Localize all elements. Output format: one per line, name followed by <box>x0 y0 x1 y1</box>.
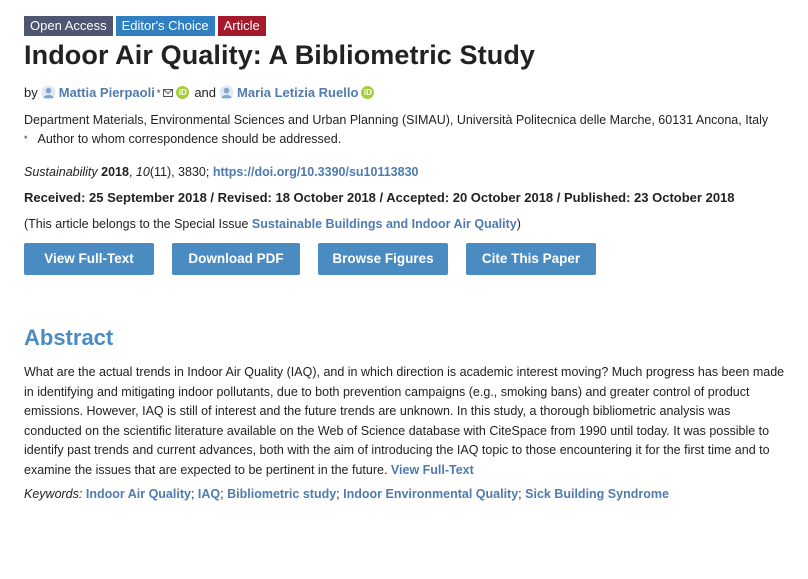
mail-icon[interactable] <box>163 88 174 97</box>
person-icon <box>41 85 56 100</box>
special-issue-note: (This article belongs to the Special Iss… <box>24 217 784 231</box>
keyword-separator: ; <box>336 486 340 501</box>
keyword-link[interactable]: Sick Building Syndrome <box>525 487 669 501</box>
article-header: Open Access Editor's Choice Article Indo… <box>24 16 784 501</box>
affiliation: Department Materials, Environmental Scie… <box>24 113 769 127</box>
keywords-line: Keywords: Indoor Air Quality; IAQ; Bibli… <box>24 487 784 501</box>
article-title: Indoor Air Quality: A Bibliometric Study <box>24 40 536 70</box>
action-buttons: View Full-Text Download PDF Browse Figur… <box>24 243 784 275</box>
browse-figures-button[interactable]: Browse Figures <box>318 243 448 275</box>
journal-name: Sustainability <box>24 165 98 179</box>
correspondence-mark: * <box>24 134 28 144</box>
citation-line: Sustainability 2018, 10(11), 3830; https… <box>24 165 419 179</box>
abstract-view-full-text-link[interactable]: View Full-Text <box>391 463 474 477</box>
special-issue-prefix: (This article belongs to the Special Iss… <box>24 217 252 231</box>
citation-issue-pages: (11), 3830; <box>149 165 210 179</box>
special-issue-suffix: ) <box>516 217 521 231</box>
view-full-text-button[interactable]: View Full-Text <box>24 243 154 275</box>
special-issue-link[interactable]: Sustainable Buildings and Indoor Air Qua… <box>252 217 517 231</box>
orcid-icon[interactable]: iD <box>176 86 190 99</box>
keyword-link[interactable]: Indoor Air Quality <box>86 487 191 501</box>
doi-link[interactable]: https://doi.org/10.3390/su10113830 <box>213 165 419 179</box>
abstract-body: What are the actual trends in Indoor Air… <box>24 365 785 477</box>
abstract-text: What are the actual trends in Indoor Air… <box>24 363 786 481</box>
correspondence-text: Author to whom correspondence should be … <box>37 132 342 146</box>
corresponding-mark: * <box>156 87 161 98</box>
article-type-badge: Article <box>217 16 266 36</box>
orcid-icon[interactable]: iD <box>361 86 375 99</box>
author-link-ruello[interactable]: Maria Letizia Ruello <box>237 85 358 100</box>
keyword-link[interactable]: IAQ <box>198 487 220 501</box>
publication-dates: Received: 25 September 2018 / Revised: 1… <box>24 190 735 205</box>
author-line: by Mattia Pierpaoli * iD and Maria Letiz… <box>24 85 784 100</box>
badge-row: Open Access Editor's Choice Article <box>24 16 784 36</box>
editors-choice-badge[interactable]: Editor's Choice <box>115 16 215 36</box>
citation-year: 2018 <box>101 165 129 179</box>
and-label: and <box>194 85 217 100</box>
author-link-pierpaoli[interactable]: Mattia Pierpaoli <box>59 85 155 100</box>
keywords-label: Keywords: <box>24 486 83 501</box>
abstract-heading: Abstract <box>24 325 114 350</box>
keyword-separator: ; <box>518 486 522 501</box>
keyword-separator: ; <box>220 486 224 501</box>
keyword-link[interactable]: Indoor Environmental Quality <box>343 487 518 501</box>
correspondence-note: * Author to whom correspondence should be… <box>24 130 784 148</box>
keyword-link[interactable]: Bibliometric study <box>227 487 336 501</box>
citation-volume: 10 <box>135 165 150 179</box>
cite-paper-button[interactable]: Cite This Paper <box>466 243 596 275</box>
keyword-separator: ; <box>190 486 195 501</box>
by-label: by <box>24 85 38 100</box>
download-pdf-button[interactable]: Download PDF <box>172 243 300 275</box>
open-access-badge[interactable]: Open Access <box>24 16 113 36</box>
person-icon <box>219 85 234 100</box>
